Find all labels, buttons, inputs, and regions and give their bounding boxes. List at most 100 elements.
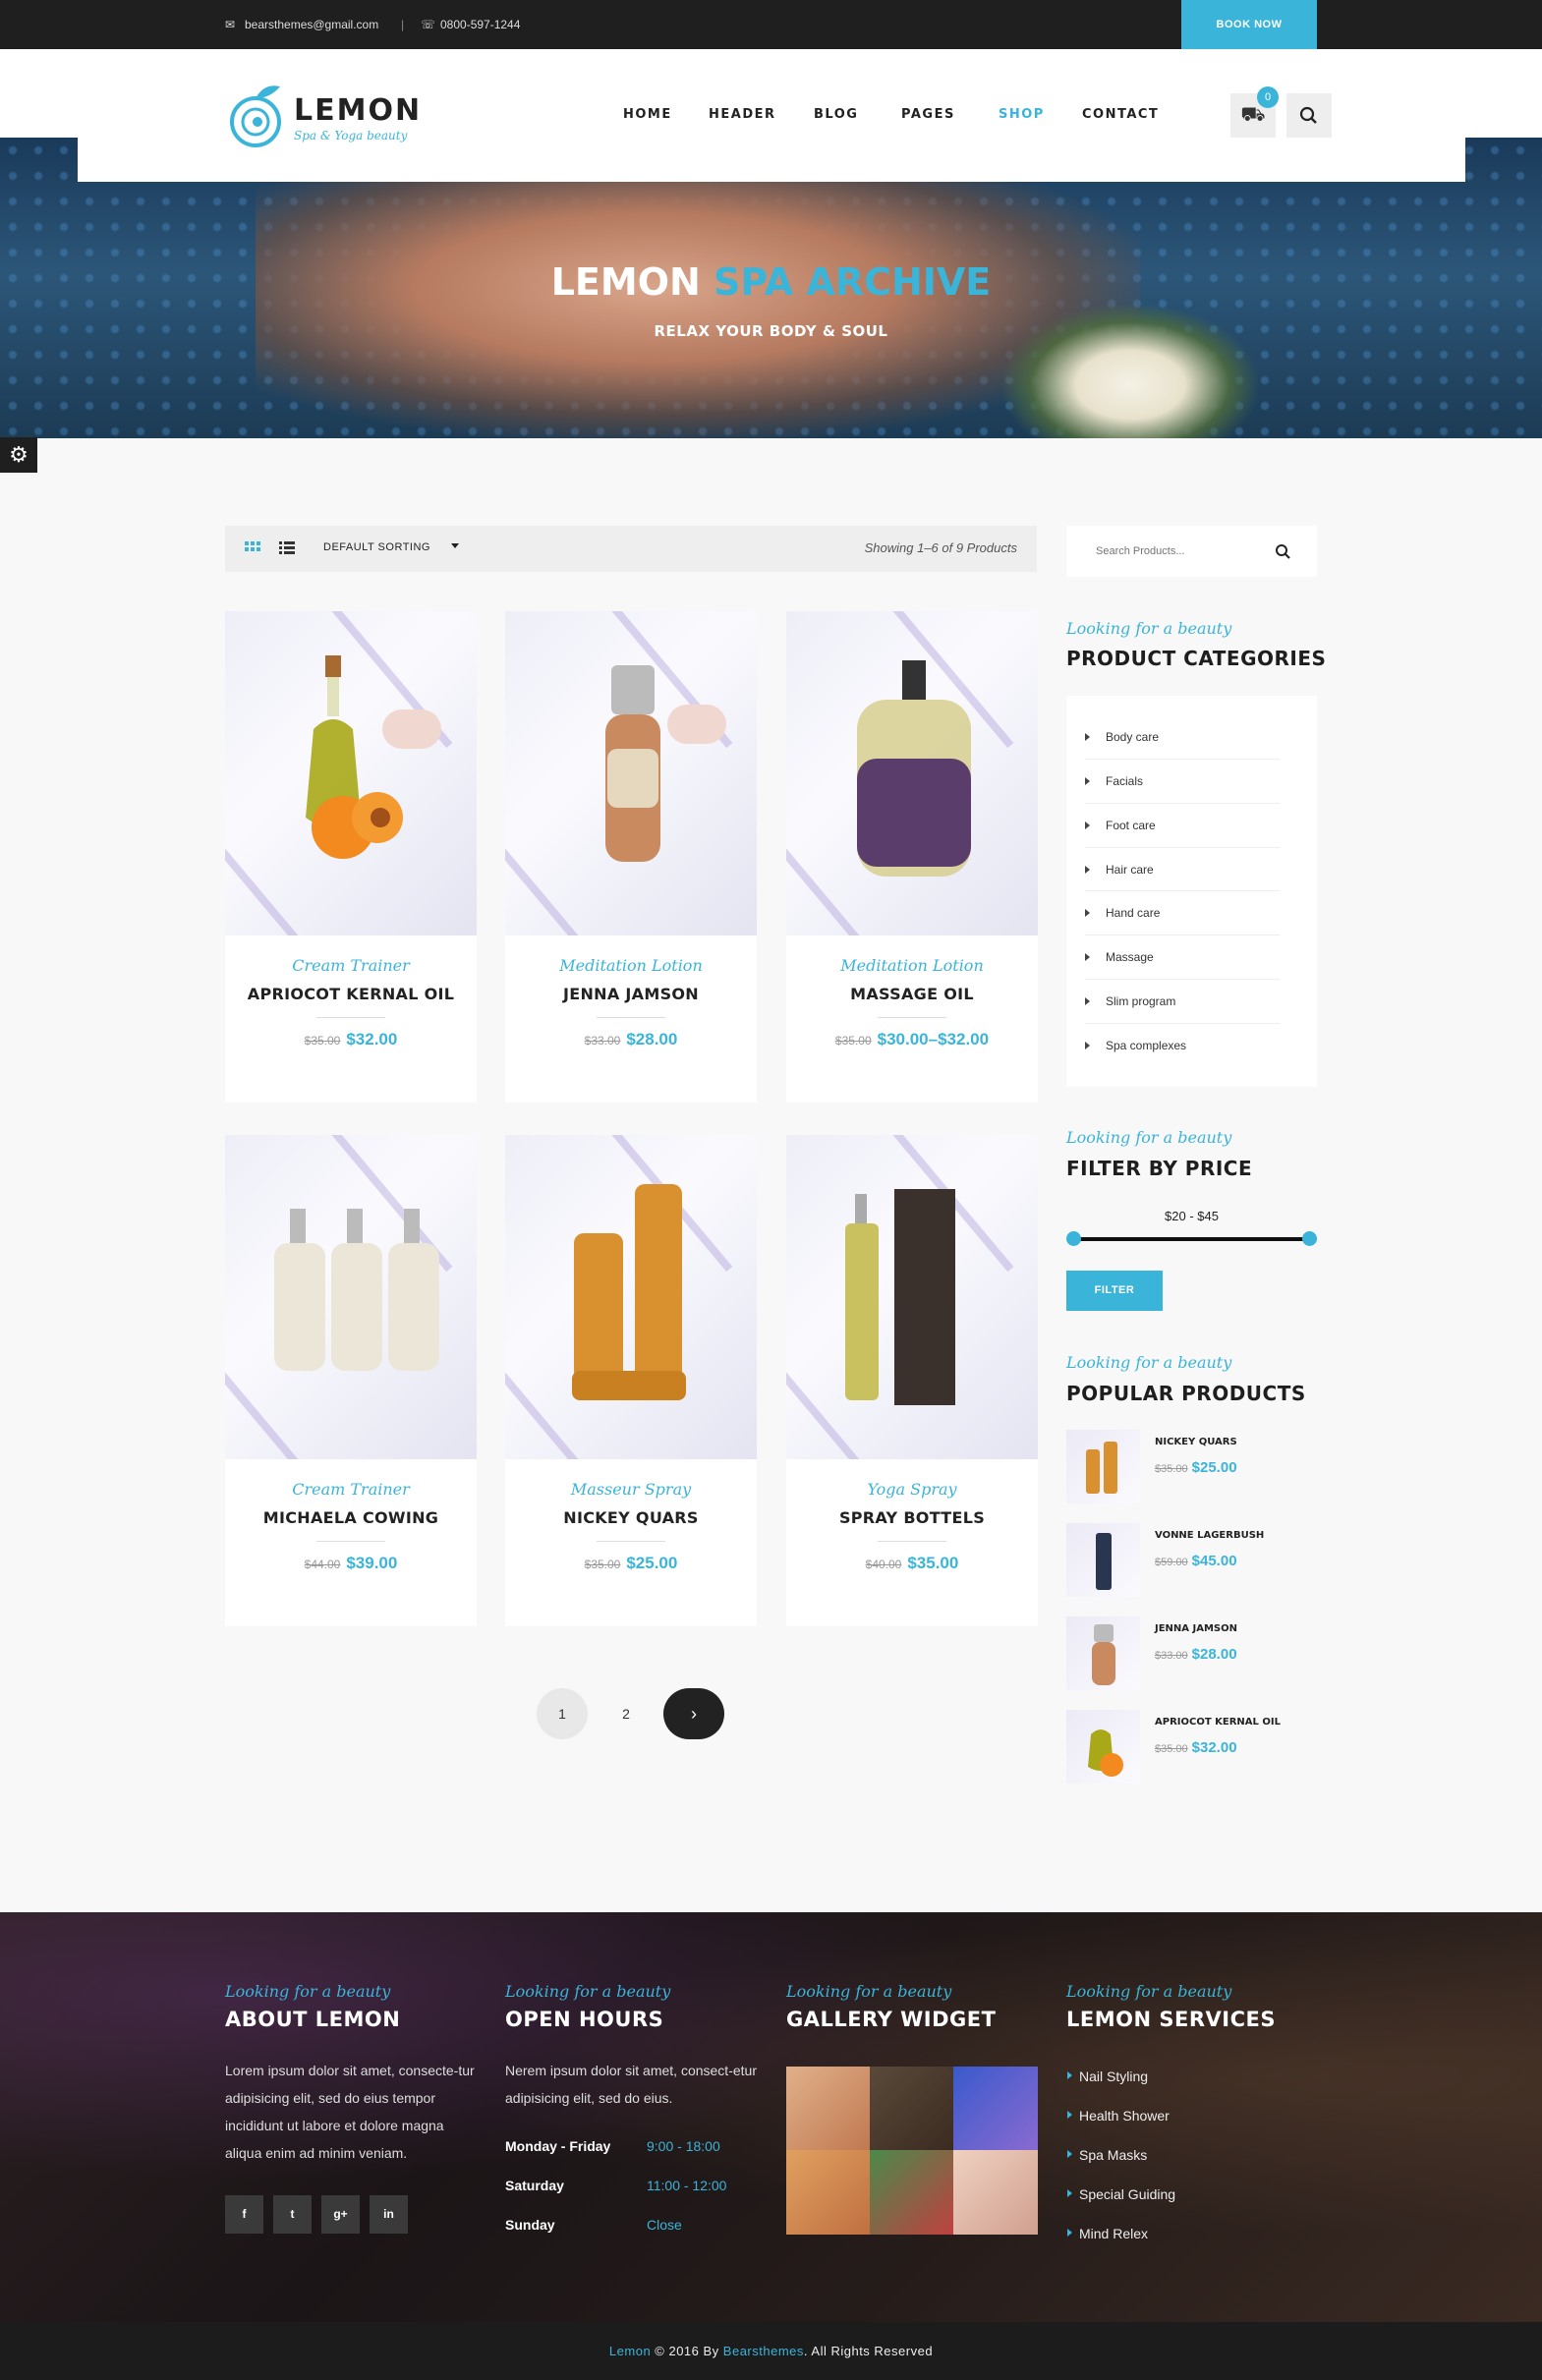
category-body-care[interactable]: Body care xyxy=(1085,730,1280,744)
gallery-image[interactable] xyxy=(870,2067,954,2151)
list-view-icon[interactable] xyxy=(279,541,295,555)
price-slider-max-handle[interactable] xyxy=(1302,1231,1317,1246)
divider xyxy=(316,1017,385,1018)
price-slider-track[interactable] xyxy=(1074,1237,1309,1241)
hours-time: 11:00 - 12:00 xyxy=(647,2178,727,2193)
product-image[interactable] xyxy=(225,611,477,935)
sorting-select[interactable]: DEFAULT SORTING xyxy=(323,541,471,553)
popular-name[interactable]: NICKEY QUARS xyxy=(1155,1437,1237,1447)
popular-thumb[interactable] xyxy=(1066,1523,1140,1597)
product-category[interactable]: Yoga Spray xyxy=(786,1480,1038,1499)
search-icon xyxy=(1299,106,1317,124)
category-hair-care[interactable]: Hair care xyxy=(1085,863,1280,877)
product-name[interactable]: NICKEY QUARS xyxy=(505,1508,757,1527)
popular-name[interactable]: JENNA JAMSON xyxy=(1155,1623,1237,1634)
gallery-image[interactable] xyxy=(786,2067,871,2151)
popular-thumb[interactable] xyxy=(1066,1616,1140,1690)
search-button[interactable] xyxy=(1286,93,1332,138)
page-1[interactable]: 1 xyxy=(537,1688,588,1739)
settings-gear-icon[interactable]: ⚙ xyxy=(0,437,37,473)
product-category[interactable]: Meditation Lotion xyxy=(786,956,1038,975)
service-link[interactable]: Nail Styling xyxy=(1066,2068,1148,2084)
product-card[interactable]: Meditation Lotion JENNA JAMSON $33.00 $28… xyxy=(505,611,757,1103)
page-title-accent: SPA ARCHIVE xyxy=(714,260,992,304)
linkedin-icon[interactable]: in xyxy=(370,2195,408,2234)
popular-thumb[interactable] xyxy=(1066,1430,1140,1503)
product-card[interactable]: Cream Trainer MICHAELA COWING $44.00 $39.… xyxy=(225,1135,477,1626)
product-card[interactable]: Cream Trainer APRIOCOT KERNAL OIL $35.00… xyxy=(225,611,477,1103)
copyright-author-link[interactable]: Bearsthemes xyxy=(723,2344,804,2358)
google-plus-icon[interactable]: g+ xyxy=(321,2195,360,2234)
product-category[interactable]: Masseur Spray xyxy=(505,1480,757,1499)
email-icon: ✉ xyxy=(225,18,236,31)
product-name[interactable]: MICHAELA COWING xyxy=(225,1508,477,1527)
nav-blog[interactable]: BLOG xyxy=(814,107,858,122)
popular-name[interactable]: VONNE LAGERBUSH xyxy=(1155,1530,1264,1541)
product-image[interactable] xyxy=(505,1135,757,1459)
nav-shop[interactable]: SHOP xyxy=(999,107,1045,122)
oil-bottle-icon xyxy=(306,655,403,859)
search-icon[interactable] xyxy=(1273,541,1292,561)
product-image[interactable] xyxy=(225,1135,477,1459)
nav-header[interactable]: HEADER xyxy=(709,107,776,122)
product-image[interactable] xyxy=(786,611,1038,935)
gallery-image[interactable] xyxy=(870,2150,954,2235)
gallery-image[interactable] xyxy=(786,2150,871,2235)
service-link[interactable]: Special Guiding xyxy=(1066,2186,1175,2202)
product-name[interactable]: SPRAY BOTTELS xyxy=(786,1508,1038,1527)
divider xyxy=(316,1541,385,1542)
category-facials[interactable]: Facials xyxy=(1085,774,1280,788)
product-name[interactable]: JENNA JAMSON xyxy=(505,985,757,1003)
gallery-image[interactable] xyxy=(953,2150,1038,2235)
product-image[interactable] xyxy=(786,1135,1038,1459)
popular-name[interactable]: APRIOCOT KERNAL OIL xyxy=(1155,1717,1281,1728)
copyright-brand-link[interactable]: Lemon xyxy=(609,2344,651,2358)
facebook-icon[interactable]: f xyxy=(225,2195,263,2234)
logo[interactable]: LEMON Spa & Yoga beauty xyxy=(225,79,422,152)
old-price: $40.00 xyxy=(865,1558,902,1571)
current-price: $25.00 xyxy=(626,1554,678,1572)
old-price: $35.00 xyxy=(584,1558,621,1571)
product-image[interactable] xyxy=(505,611,757,935)
product-price: $35.00 $25.00 xyxy=(505,1554,757,1573)
product-category[interactable]: Cream Trainer xyxy=(225,1480,477,1499)
service-link[interactable]: Spa Masks xyxy=(1066,2147,1147,2163)
footer-eyebrow: Looking for a beauty xyxy=(225,1982,391,2001)
next-page-button[interactable]: › xyxy=(663,1688,724,1739)
category-slim-program[interactable]: Slim program xyxy=(1085,994,1280,1008)
grid-view-icon[interactable] xyxy=(245,541,260,557)
gallery-image[interactable] xyxy=(953,2067,1038,2151)
nav-pages[interactable]: PAGES xyxy=(901,107,955,122)
nav-contact[interactable]: CONTACT xyxy=(1082,107,1159,122)
category-hand-care[interactable]: Hand care xyxy=(1085,906,1280,920)
product-category[interactable]: Cream Trainer xyxy=(225,956,477,975)
top-bar: ✉ bearsthemes@gmail.com | ☏ 0800-597-124… xyxy=(0,0,1542,49)
category-spa-complexes[interactable]: Spa complexes xyxy=(1085,1039,1280,1052)
old-price: $33.00 xyxy=(584,1034,621,1048)
book-now-button[interactable]: BOOK NOW xyxy=(1181,0,1317,49)
topbar-email[interactable]: bearsthemes@gmail.com xyxy=(245,0,378,49)
product-name[interactable]: MASSAGE OIL xyxy=(786,985,1038,1003)
product-price: $40.00 $35.00 xyxy=(786,1554,1038,1573)
popular-thumb[interactable] xyxy=(1066,1710,1140,1784)
category-massage[interactable]: Massage xyxy=(1085,950,1280,964)
product-category[interactable]: Meditation Lotion xyxy=(505,956,757,975)
nav-home[interactable]: HOME xyxy=(623,107,672,122)
filter-button[interactable]: FILTER xyxy=(1066,1271,1163,1311)
product-name[interactable]: APRIOCOT KERNAL OIL xyxy=(225,985,477,1003)
search-input[interactable] xyxy=(1066,526,1263,577)
product-card[interactable]: Masseur Spray NICKEY QUARS $35.00 $25.00 xyxy=(505,1135,757,1626)
category-foot-care[interactable]: Foot care xyxy=(1085,819,1280,832)
divider xyxy=(878,1017,946,1018)
page-2[interactable]: 2 xyxy=(600,1688,652,1739)
twitter-icon[interactable]: t xyxy=(273,2195,312,2234)
service-link[interactable]: Mind Relex xyxy=(1066,2226,1148,2241)
product-price: $33.00 $28.00 xyxy=(505,1030,757,1049)
current-price: $32.00 xyxy=(346,1030,398,1048)
service-link[interactable]: Health Shower xyxy=(1067,2108,1170,2124)
hours-day: Saturday xyxy=(505,2178,564,2193)
product-card[interactable]: Yoga Spray SPRAY BOTTELS $40.00 $35.00 xyxy=(786,1135,1038,1626)
product-card[interactable]: Meditation Lotion MASSAGE OIL $35.00 $30.… xyxy=(786,611,1038,1103)
divider xyxy=(597,1017,665,1018)
price-slider-min-handle[interactable] xyxy=(1066,1231,1081,1246)
